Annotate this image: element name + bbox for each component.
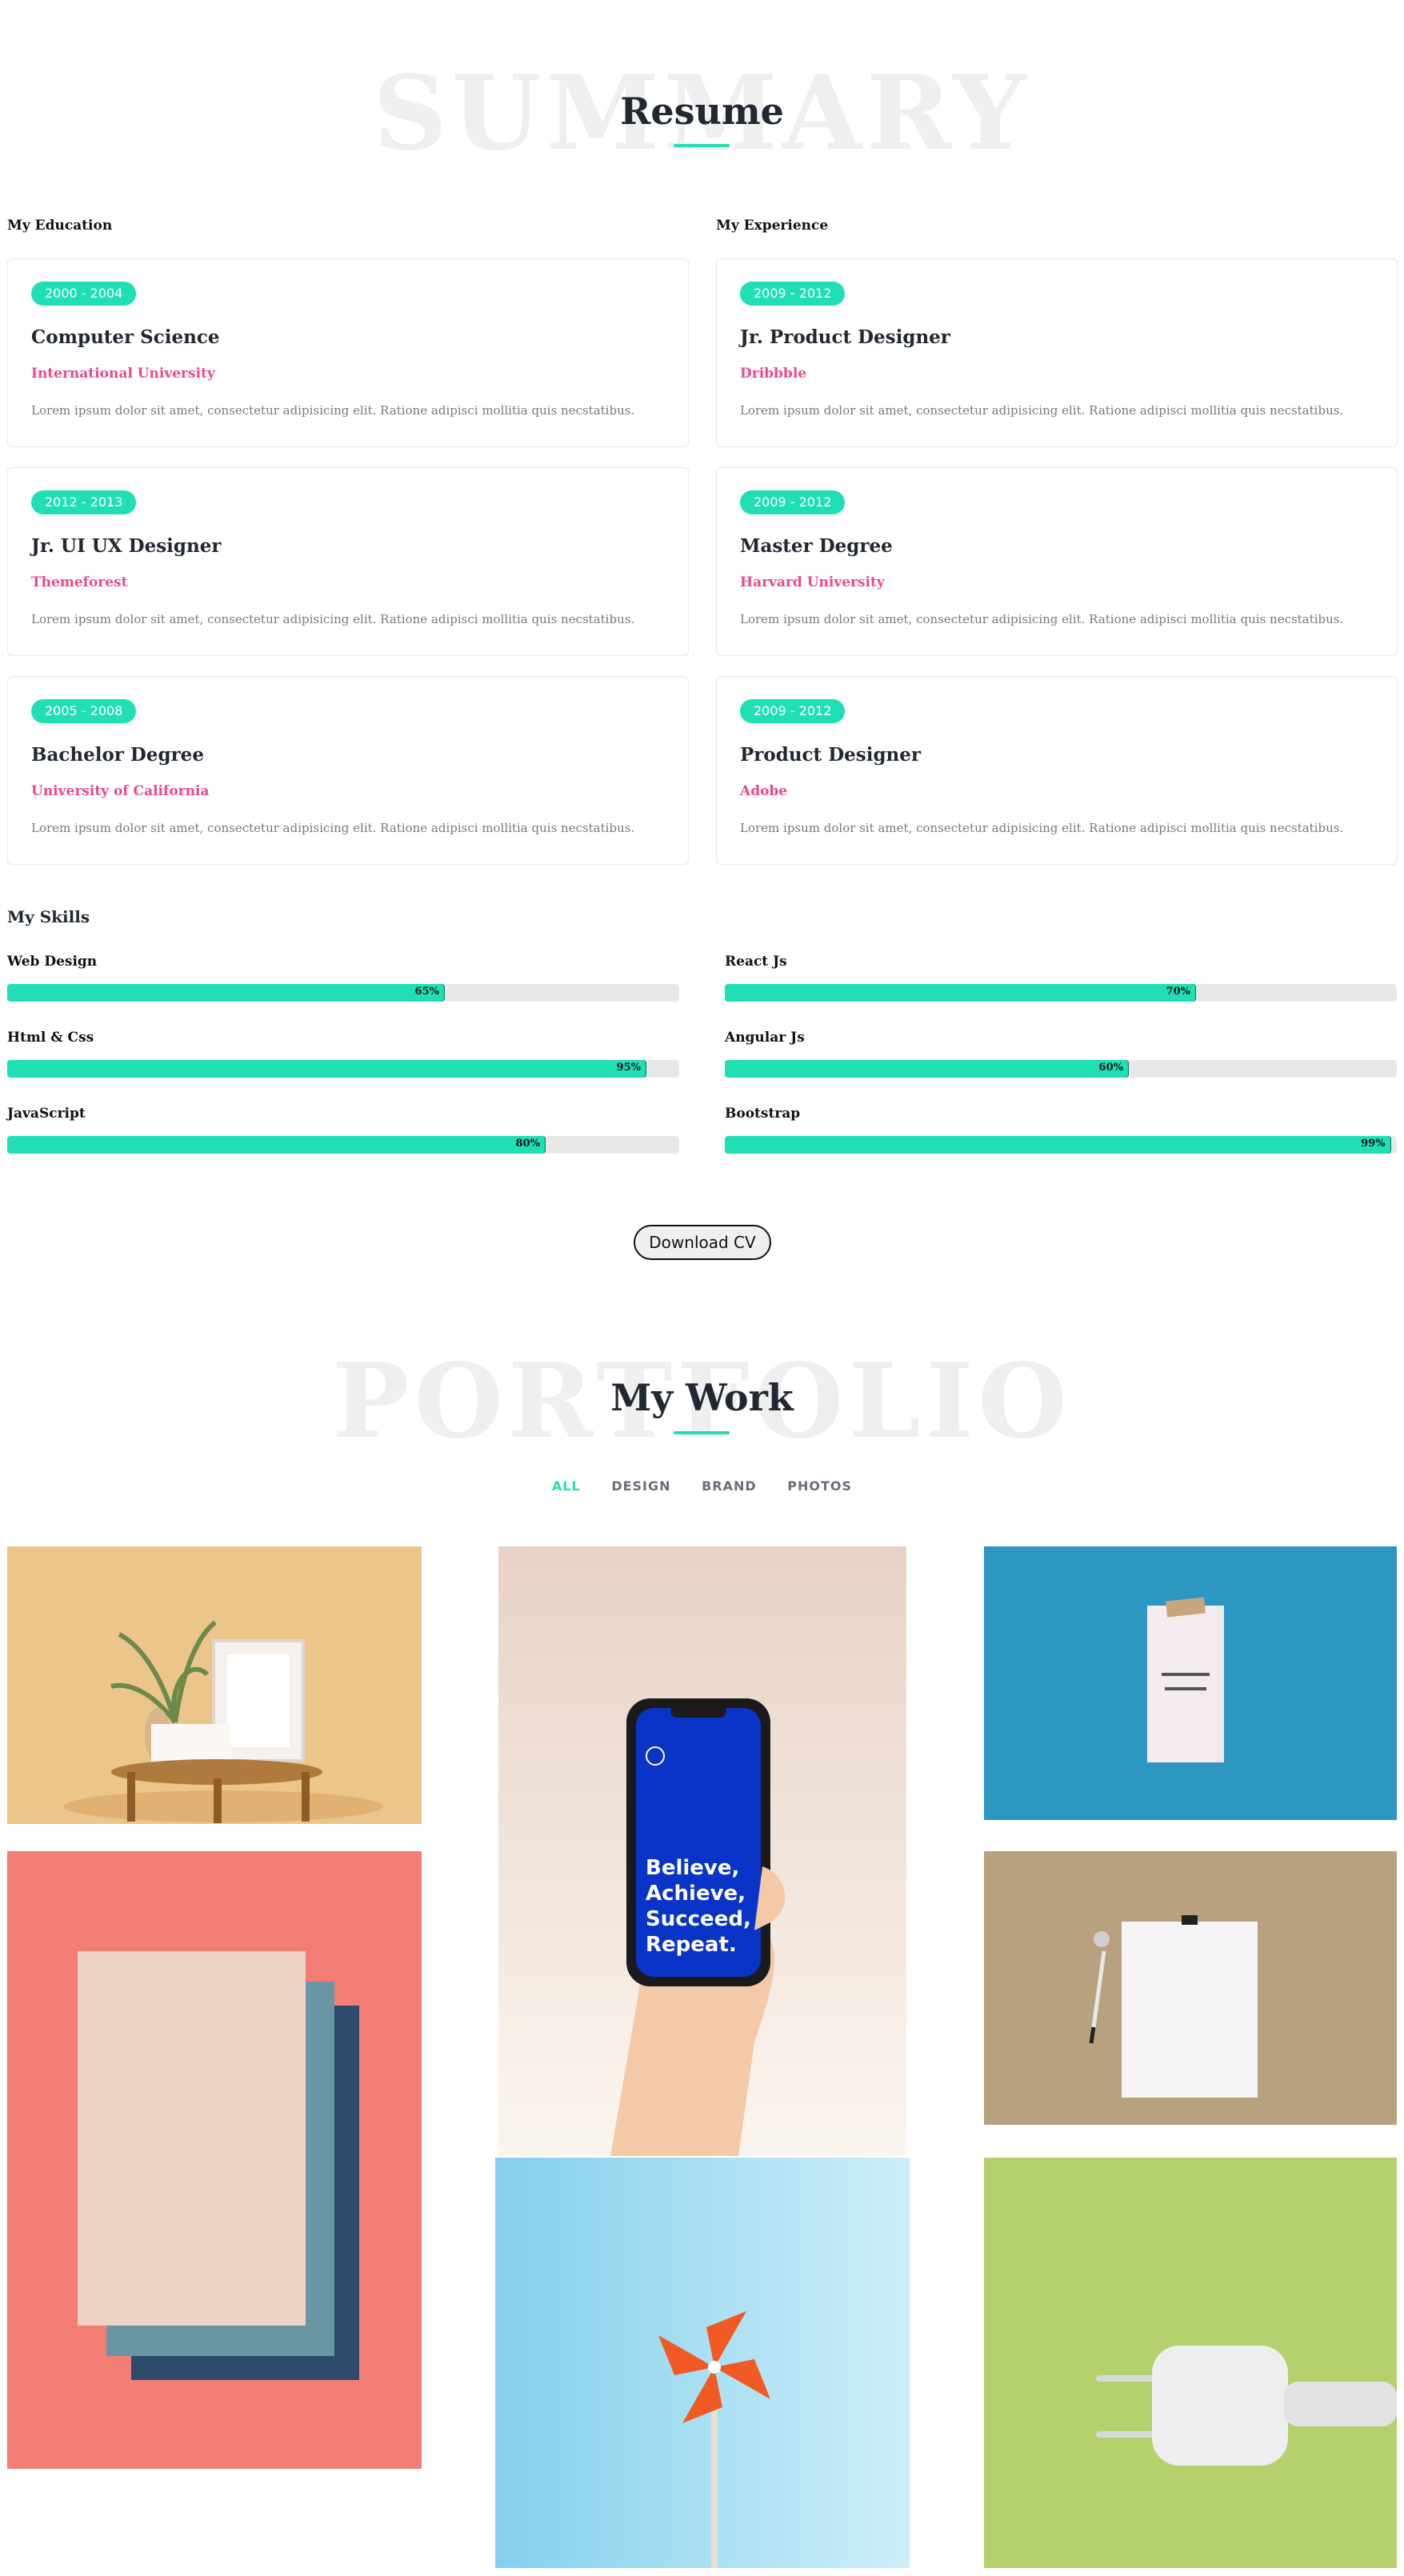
card-organization: Adobe	[740, 783, 788, 799]
skill-bar-fill: 80%	[7, 1136, 545, 1154]
portfolio-item-charger[interactable]	[984, 2158, 1397, 2568]
card-title: Product Designer	[740, 744, 922, 766]
years-badge: 2009 - 2012	[740, 699, 846, 723]
skill-percent: 80%	[515, 1138, 540, 1150]
kraft-paper-image	[984, 1851, 1397, 2125]
phone-hand-image: Believe, Achieve, Succeed, Repeat.	[498, 1546, 906, 2156]
resume-title-underline	[674, 144, 730, 147]
portfolio-item-phone-hand[interactable]: Believe, Achieve, Succeed, Repeat.	[498, 1546, 906, 2156]
skill-name: Angular Js	[725, 1030, 805, 1046]
filter-design[interactable]: DESIGN	[611, 1478, 670, 1494]
years-badge: 2009 - 2012	[740, 282, 846, 306]
skill-percent: 95%	[616, 1062, 641, 1074]
blue-note-image	[984, 1546, 1397, 1820]
education-card: 2000 - 2004 Computer Science Internation…	[7, 258, 689, 447]
skill-percent: 65%	[414, 986, 439, 998]
card-organization: Harvard University	[740, 574, 885, 590]
skill-bar-track: 99%	[725, 1136, 1397, 1154]
portfolio-item-blue-note[interactable]	[984, 1546, 1397, 1820]
skill-bar-fill: 70%	[725, 984, 1195, 1002]
skills-title: My Skills	[7, 907, 90, 926]
experience-card: 2009 - 2012 Jr. Product Designer Dribbbl…	[716, 258, 1398, 447]
download-cv-button[interactable]: Download CV	[634, 1225, 771, 1260]
card-description: Lorem ipsum dolor sit amet, consectetur …	[740, 821, 1344, 835]
portfolio-title: My Work	[610, 1376, 794, 1419]
card-title: Computer Science	[31, 326, 220, 348]
skill-name: Web Design	[7, 954, 98, 970]
years-badge: 2000 - 2004	[31, 282, 137, 306]
years-badge: 2005 - 2008	[31, 699, 137, 723]
card-description: Lorem ipsum dolor sit amet, consectetur …	[740, 612, 1344, 626]
years-badge: 2009 - 2012	[740, 490, 846, 514]
education-label: My Education	[7, 218, 113, 234]
pinwheel-image	[495, 2158, 910, 2568]
card-title: Jr. Product Designer	[740, 326, 950, 348]
phone-line-3: Succeed,	[646, 1907, 751, 1931]
experience-card: 2009 - 2012 Product Designer Adobe Lorem…	[716, 676, 1398, 865]
skill-name: Html & Css	[7, 1030, 94, 1046]
card-title: Master Degree	[740, 535, 893, 557]
skill-bar-fill: 95%	[7, 1060, 646, 1078]
portfolio-filters: ALL DESIGN BRAND PHOTOS	[0, 1478, 1404, 1494]
education-card: 2012 - 2013 Jr. UI UX Designer Themefore…	[7, 467, 689, 656]
plant-table-image	[7, 1546, 422, 1824]
card-description: Lorem ipsum dolor sit amet, consectetur …	[31, 403, 635, 418]
skill-bar-track: 95%	[7, 1060, 679, 1078]
skill-name: Bootstrap	[725, 1106, 801, 1122]
paper-stack-image	[7, 1851, 422, 2469]
card-description: Lorem ipsum dolor sit amet, consectetur …	[740, 403, 1344, 418]
resume-title: Resume	[620, 90, 784, 133]
card-title: Jr. UI UX Designer	[31, 535, 222, 557]
card-organization: Dribbble	[740, 366, 807, 382]
education-card: 2005 - 2008 Bachelor Degree University o…	[7, 676, 689, 865]
portfolio-item-pinwheel[interactable]	[495, 2158, 910, 2568]
phone-line-4: Repeat.	[646, 1933, 737, 1957]
experience-label: My Experience	[716, 218, 829, 234]
portfolio-item-plant-table[interactable]	[7, 1546, 422, 1824]
card-description: Lorem ipsum dolor sit amet, consectetur …	[31, 821, 635, 835]
skill-bar-track: 60%	[725, 1060, 1397, 1078]
skill-bar-fill: 65%	[7, 984, 444, 1002]
portfolio-item-paper-stack[interactable]	[7, 1851, 422, 2469]
card-organization: Themeforest	[31, 574, 128, 590]
skill-bar-track: 65%	[7, 984, 679, 1002]
filter-brand[interactable]: BRAND	[702, 1478, 757, 1494]
skill-bar-fill: 99%	[725, 1136, 1390, 1154]
skill-bar-track: 80%	[7, 1136, 679, 1154]
card-description: Lorem ipsum dolor sit amet, consectetur …	[31, 612, 635, 626]
portfolio-title-underline	[674, 1431, 730, 1434]
skill-percent: 70%	[1166, 986, 1190, 998]
card-organization: University of California	[31, 783, 210, 799]
skill-bar-fill: 60%	[725, 1060, 1128, 1078]
skill-name: JavaScript	[7, 1106, 86, 1122]
skill-percent: 99%	[1361, 1138, 1386, 1150]
skill-bar-track: 70%	[725, 984, 1397, 1002]
card-title: Bachelor Degree	[31, 744, 204, 766]
filter-photos[interactable]: PHOTOS	[787, 1478, 852, 1494]
portfolio-item-kraft-paper[interactable]	[984, 1851, 1397, 2125]
card-organization: International University	[31, 366, 215, 382]
years-badge: 2012 - 2013	[31, 490, 137, 514]
skill-name: React Js	[725, 954, 787, 970]
phone-line-1: Believe,	[646, 1856, 739, 1880]
charger-image	[984, 2158, 1397, 2568]
phone-line-2: Achieve,	[646, 1882, 746, 1906]
filter-all[interactable]: ALL	[552, 1478, 581, 1494]
experience-card: 2009 - 2012 Master Degree Harvard Univer…	[716, 467, 1398, 656]
skill-percent: 60%	[1098, 1062, 1123, 1074]
